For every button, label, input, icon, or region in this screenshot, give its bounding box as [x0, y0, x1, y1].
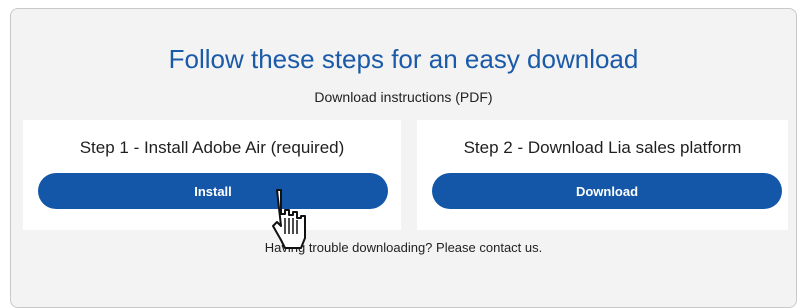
download-button[interactable]: Download [432, 173, 782, 209]
page-title: Follow these steps for an easy download [168, 44, 639, 74]
step-2-title: Step 2 - Download Lia sales platform [463, 138, 742, 157]
download-instructions-link[interactable]: Download instructions (PDF) [11, 88, 796, 106]
download-panel: Follow these steps for an easy download … [10, 8, 797, 308]
install-button[interactable]: Install [38, 173, 388, 209]
help-contact-text[interactable]: Having trouble downloading? Please conta… [11, 240, 796, 256]
step-2-card: Step 2 - Download Lia sales platform Dow… [417, 120, 788, 230]
step-1-title: Step 1 - Install Adobe Air (required) [79, 138, 345, 157]
step-1-card: Step 1 - Install Adobe Air (required) In… [23, 120, 401, 230]
hand-pointer-cursor-icon [272, 189, 306, 249]
